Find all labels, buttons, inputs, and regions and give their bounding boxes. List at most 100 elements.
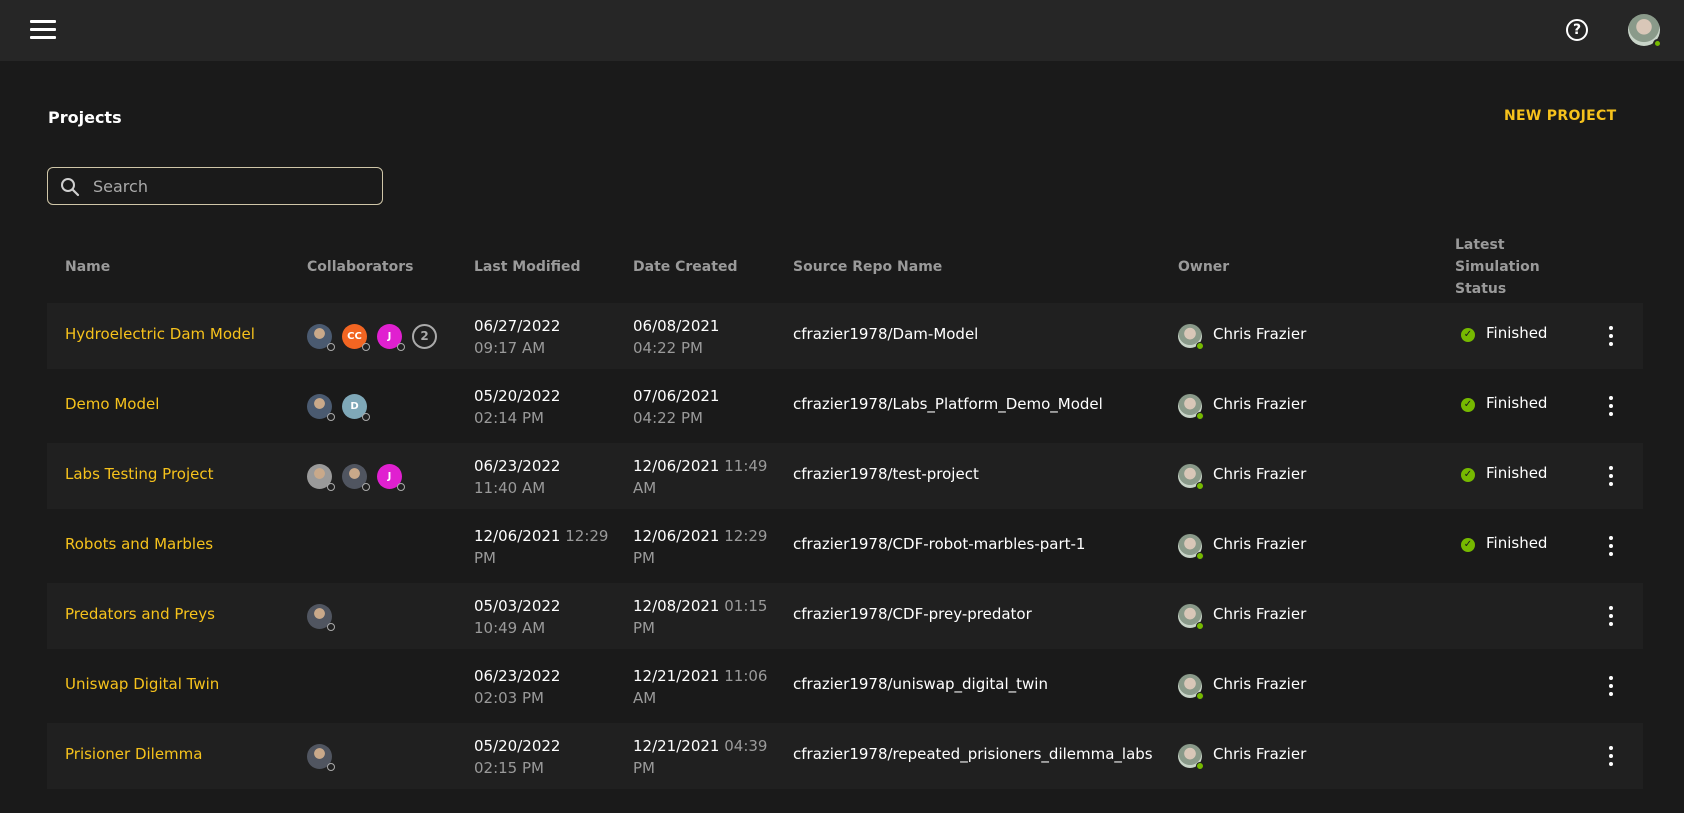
table-row[interactable]: Labs Testing Project J 06/23/2022 11:40 AM… (47, 443, 1643, 509)
time-text: AM (633, 479, 657, 497)
collaborator-initials: D (350, 401, 359, 412)
time-text: AM (633, 689, 657, 707)
time-text: 02:03 PM (474, 689, 544, 707)
owner-avatar (1178, 604, 1204, 630)
new-project-button[interactable]: NEW PROJECT (1504, 108, 1616, 124)
more-vert-icon[interactable] (1604, 534, 1618, 558)
project-name-link[interactable]: Robots and Marbles (65, 535, 213, 553)
source-repo-name: cfrazier1978/Dam-Model (793, 325, 979, 343)
column-header-source-repo[interactable]: Source Repo Name (793, 256, 942, 278)
online-status-dot (1196, 622, 1204, 630)
owner-avatar (1178, 744, 1204, 770)
presence-dot (327, 763, 335, 771)
search-input[interactable] (93, 174, 373, 198)
collaborator-avatar[interactable] (307, 394, 335, 421)
owner-avatar (1178, 674, 1204, 700)
presence-dot (397, 343, 405, 351)
presence-dot (327, 343, 335, 351)
collaborator-avatar[interactable] (307, 324, 335, 351)
column-header-status-line: Status (1455, 281, 1507, 297)
more-vert-icon[interactable] (1604, 674, 1618, 698)
time-text: 02:14 PM (474, 409, 544, 427)
check-circle-icon: ✓ (1461, 468, 1475, 482)
last-modified-cell: 06/23/2022 02:03 PM (474, 665, 560, 709)
table-row[interactable]: Demo Model D 05/20/2022 02:14 PM 07/06/2021… (47, 373, 1643, 439)
more-vert-icon[interactable] (1604, 744, 1618, 768)
simulation-status: Finished (1486, 464, 1548, 482)
table-row[interactable]: Robots and Marbles 12/06/2021 12:29 PM 12/0… (47, 513, 1643, 579)
time-text: 12:29 (724, 527, 768, 545)
time-text: 10:49 AM (474, 619, 546, 637)
time-text: PM (633, 619, 655, 637)
online-status-dot (1196, 482, 1204, 490)
user-avatar[interactable] (1628, 14, 1662, 48)
time-text: 04:22 PM (633, 409, 703, 427)
date-created-cell: 12/21/2021 04:39 PM (633, 735, 767, 779)
date-text: 12/06/2021 (633, 527, 720, 545)
search-box[interactable] (47, 167, 383, 205)
column-header-date-created[interactable]: Date Created (633, 256, 737, 278)
time-text: PM (633, 549, 655, 567)
date-created-cell: 12/21/2021 11:06 AM (633, 665, 767, 709)
column-header-status[interactable]: Latest Simulation Status (1455, 234, 1540, 300)
help-circle-icon[interactable]: ? (1566, 19, 1588, 41)
column-header-collaborators[interactable]: Collaborators (307, 256, 413, 278)
top-app-bar: ? (0, 0, 1684, 61)
column-header-name[interactable]: Name (65, 256, 110, 278)
online-status-dot (1196, 552, 1204, 560)
online-status-dot (1196, 692, 1204, 700)
collaborator-avatar[interactable]: J (377, 324, 405, 351)
online-status-dot (1196, 342, 1204, 350)
source-repo-name: cfrazier1978/repeated_prisioners_dilemma… (793, 745, 1153, 763)
source-repo-name: cfrazier1978/CDF-prey-predator (793, 605, 1032, 623)
date-created-cell: 12/08/2021 01:15 PM (633, 595, 767, 639)
column-header-status-line: Simulation (1455, 259, 1540, 275)
collaborator-avatar[interactable]: CC (342, 324, 370, 351)
last-modified-cell: 06/23/2022 11:40 AM (474, 455, 560, 499)
more-vert-icon[interactable] (1604, 394, 1618, 418)
collaborator-avatar[interactable] (307, 604, 335, 631)
time-text: 11:49 (724, 457, 768, 475)
project-name-link[interactable]: Uniswap Digital Twin (65, 675, 219, 693)
table-row[interactable]: Prisioner Dilemma 05/20/2022 02:15 PM 12/2… (47, 723, 1643, 789)
time-text: 04:22 PM (633, 339, 703, 357)
presence-dot (327, 623, 335, 631)
source-repo-name: cfrazier1978/uniswap_digital_twin (793, 675, 1048, 693)
presence-dot (362, 413, 370, 421)
project-name-link[interactable]: Labs Testing Project (65, 465, 213, 483)
time-text: 04:39 (724, 737, 768, 755)
column-header-last-modified[interactable]: Last Modified (474, 256, 581, 278)
more-vert-icon[interactable] (1604, 324, 1618, 348)
last-modified-cell: 05/20/2022 02:14 PM (474, 385, 560, 429)
last-modified-cell: 05/03/2022 10:49 AM (474, 595, 560, 639)
simulation-status: Finished (1486, 324, 1548, 342)
owner-name: Chris Frazier (1213, 395, 1307, 413)
table-row[interactable]: Uniswap Digital Twin 06/23/2022 02:03 PM 1… (47, 653, 1643, 719)
collaborator-avatar[interactable] (307, 464, 335, 491)
project-name-link[interactable]: Prisioner Dilemma (65, 745, 202, 763)
collaborator-avatar[interactable]: D (342, 394, 370, 421)
hamburger-menu-icon[interactable] (30, 20, 56, 40)
date-text: 05/03/2022 (474, 597, 561, 615)
more-vert-icon[interactable] (1604, 464, 1618, 488)
source-repo-name: cfrazier1978/Labs_Platform_Demo_Model (793, 395, 1103, 413)
time-text: 01:15 (724, 597, 768, 615)
more-vert-icon[interactable] (1604, 604, 1618, 628)
last-modified-cell: 06/27/2022 09:17 AM (474, 315, 560, 359)
collaborator-avatar[interactable]: J (377, 464, 405, 491)
time-text: PM (633, 759, 655, 777)
table-row[interactable]: Predators and Preys 05/03/2022 10:49 AM 12… (47, 583, 1643, 649)
project-name-link[interactable]: Predators and Preys (65, 605, 215, 623)
project-name-link[interactable]: Hydroelectric Dam Model (65, 325, 255, 343)
time-text: 02:15 PM (474, 759, 544, 777)
collaborator-avatar[interactable] (307, 744, 335, 771)
time-text: 11:06 (724, 667, 768, 685)
owner-name: Chris Frazier (1213, 675, 1307, 693)
owner-name: Chris Frazier (1213, 325, 1307, 343)
date-text: 12/06/2021 (633, 457, 720, 475)
table-row[interactable]: Hydroelectric Dam Model CC J 2 06/27/2022 09… (47, 303, 1643, 369)
collaborator-avatar[interactable] (342, 464, 370, 491)
column-header-owner[interactable]: Owner (1178, 256, 1229, 278)
collaborator-count-badge[interactable]: 2 (412, 324, 437, 349)
project-name-link[interactable]: Demo Model (65, 395, 159, 413)
